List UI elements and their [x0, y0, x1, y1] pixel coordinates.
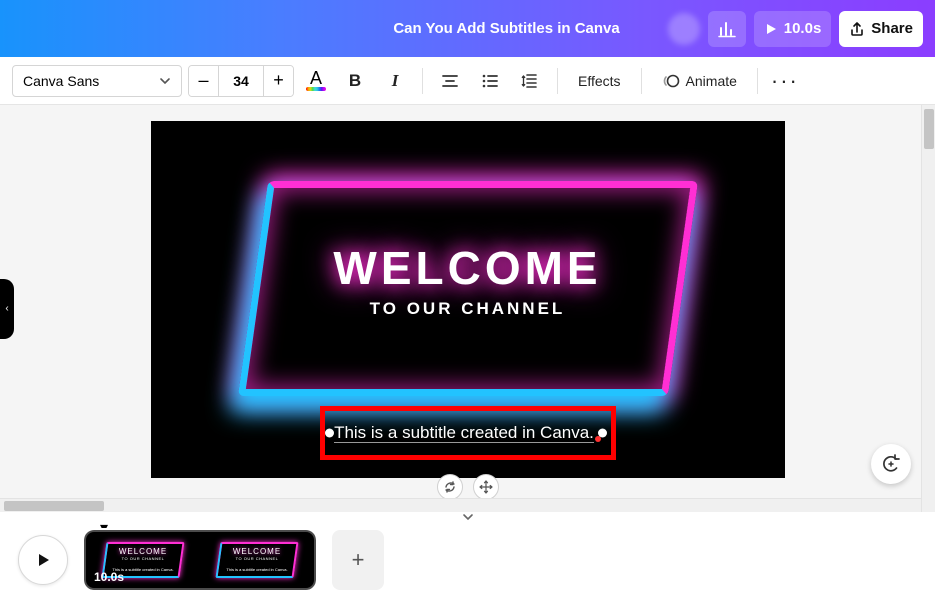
header-bar: Can You Add Subtitles in Canva 10.0s Sha…: [0, 0, 935, 57]
animate-button[interactable]: Animate: [652, 64, 747, 98]
welcome-subheading[interactable]: TO OUR CHANNEL: [370, 299, 566, 319]
sync-button[interactable]: [437, 474, 463, 500]
timeline-clip[interactable]: WELCOME TO OUR CHANNEL This is a subtitl…: [84, 530, 316, 590]
font-size-decrease[interactable]: –: [189, 66, 219, 96]
analytics-button[interactable]: [708, 11, 746, 47]
annotation-highlight-box: This is a subtitle created in Canva.: [320, 406, 616, 460]
clip-thumbnail: WELCOME TO OUR CHANNEL This is a subtitl…: [207, 537, 307, 583]
cursor-dot-icon: [595, 436, 601, 442]
text-color-button[interactable]: A: [300, 65, 332, 97]
move-icon: [479, 480, 493, 494]
add-page-button[interactable]: +: [332, 530, 384, 590]
font-size-value[interactable]: 34: [219, 66, 263, 96]
avatar[interactable]: [668, 13, 700, 45]
effects-button[interactable]: Effects: [568, 64, 631, 98]
text-color-letter: A: [310, 71, 322, 85]
present-duration-button[interactable]: 10.0s: [754, 11, 832, 47]
more-button[interactable]: ···: [768, 64, 802, 98]
scrollbar-thumb[interactable]: [4, 501, 104, 511]
timeline-collapse-button[interactable]: [461, 512, 475, 522]
collapse-sidepanel-button[interactable]: ‹: [0, 279, 14, 339]
text-toolbar: Canva Sans – 34 + A B I Effects Animate …: [0, 57, 935, 105]
share-label: Share: [871, 20, 913, 37]
design-title[interactable]: Can You Add Subtitles in Canva: [393, 20, 619, 37]
animate-icon: [662, 72, 680, 90]
duration-label: 10.0s: [784, 20, 822, 37]
font-select[interactable]: Canva Sans: [12, 65, 182, 97]
play-icon: [764, 22, 778, 36]
horizontal-scrollbar[interactable]: [0, 498, 921, 512]
separator: [557, 68, 558, 94]
scrollbar-thumb[interactable]: [924, 109, 934, 149]
list-button[interactable]: [473, 64, 507, 98]
font-size-increase[interactable]: +: [263, 66, 293, 96]
bold-button[interactable]: B: [338, 64, 372, 98]
subtitle-textbox[interactable]: This is a subtitle created in Canva.: [334, 423, 601, 443]
align-center-icon: [441, 72, 459, 90]
play-icon: [34, 551, 52, 569]
alignment-button[interactable]: [433, 64, 467, 98]
separator: [422, 68, 423, 94]
refresh-plus-icon: [881, 454, 901, 474]
analytics-icon: [718, 20, 736, 38]
subtitle-text: This is a subtitle created in Canva.: [334, 423, 594, 443]
italic-button[interactable]: I: [378, 64, 412, 98]
move-button[interactable]: [473, 474, 499, 500]
design-canvas[interactable]: WELCOME TO OUR CHANNEL This is a subtitl…: [151, 121, 785, 478]
spacing-icon: [521, 72, 539, 90]
list-icon: [481, 72, 499, 90]
quick-action-fab[interactable]: [871, 444, 911, 484]
sync-icon: [443, 480, 457, 494]
separator: [757, 68, 758, 94]
font-size-group: – 34 +: [188, 65, 294, 97]
play-button[interactable]: [18, 535, 68, 585]
font-name: Canva Sans: [23, 73, 99, 89]
chevron-down-icon: [159, 75, 171, 87]
separator: [641, 68, 642, 94]
spacing-button[interactable]: [513, 64, 547, 98]
share-icon: [849, 21, 865, 37]
welcome-heading[interactable]: WELCOME: [333, 241, 601, 295]
workspace: ‹ WELCOME TO OUR CHANNEL This is a subti…: [0, 105, 935, 512]
canvas-float-controls: [437, 474, 499, 500]
chevron-down-icon: [461, 512, 475, 522]
timeline: ▾ WELCOME TO OUR CHANNEL This is a subti…: [0, 512, 935, 607]
vertical-scrollbar[interactable]: [921, 105, 935, 512]
rainbow-bar-icon: [306, 87, 326, 91]
share-button[interactable]: Share: [839, 11, 923, 47]
